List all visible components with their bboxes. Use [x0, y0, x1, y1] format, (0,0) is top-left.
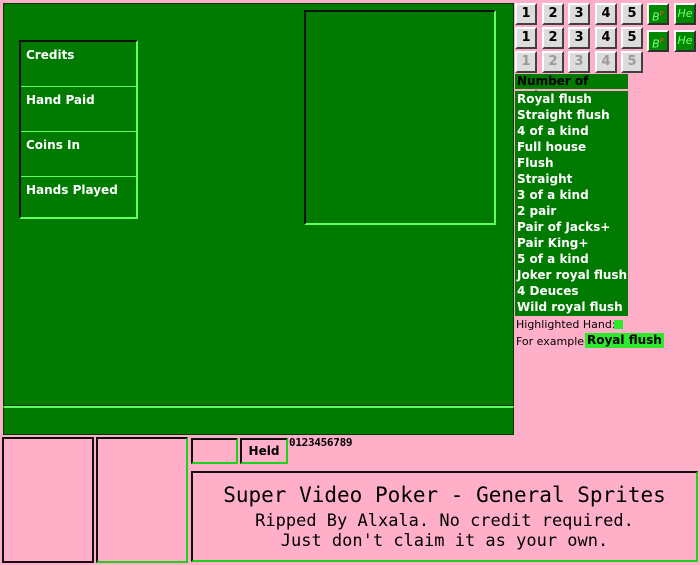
bet-button[interactable]: BP — [647, 3, 669, 25]
hand-straight: Straight — [517, 172, 573, 186]
coin-button-1[interactable]: 1 — [515, 3, 537, 25]
hand-four-of-a-kind: 4 of a kind — [517, 124, 589, 138]
coin-button-4-pressed[interactable]: 4 — [595, 27, 617, 49]
stat-hands-played: Hands Played — [26, 183, 118, 197]
credits-line-1: Ripped By Alxala. No credit required. — [255, 511, 634, 531]
paytable-list: Royal flush Straight flush 4 of a kind F… — [515, 91, 628, 316]
help-button-pressed[interactable]: He — [674, 30, 696, 52]
coin-button-5[interactable]: 5 — [621, 3, 643, 25]
stats-panel: Credits Hand Paid Coins In Hands Played — [19, 40, 138, 219]
help-button[interactable]: He — [674, 3, 696, 25]
bet-button-pressed[interactable]: BP — [647, 30, 669, 52]
stat-hand-paid: Hand Paid — [21, 87, 136, 132]
held-button[interactable]: Held — [240, 438, 288, 464]
hand-straight-flush: Straight flush — [517, 108, 610, 122]
hand-flush: Flush — [517, 156, 554, 170]
hand-royal-flush: Royal flush — [517, 92, 592, 106]
highlight-swatch — [614, 320, 623, 329]
coin-button-3[interactable]: 3 — [568, 3, 590, 25]
bet-label: B — [652, 37, 660, 51]
credits-title: Super Video Poker - General Sprites — [223, 483, 666, 507]
hand-three-of-a-kind: 3 of a kind — [517, 188, 589, 202]
hand-pair-jacks: Pair of Jacks+ — [517, 220, 611, 234]
example-highlighted-hand: Royal flush — [585, 333, 664, 348]
credits-box: Super Video Poker - General Sprites Ripp… — [191, 471, 698, 562]
hand-joker-royal-flush: Joker royal flush — [517, 268, 628, 282]
paytable-header: Number of Coins — [515, 74, 628, 103]
coin-button-1-disabled: 1 — [515, 51, 537, 73]
coin-button-3-disabled: 3 — [568, 51, 590, 73]
status-bar — [3, 406, 514, 435]
coin-button-5-pressed[interactable]: 5 — [621, 27, 643, 49]
card-display-box — [304, 10, 496, 225]
coin-button-2-pressed[interactable]: 2 — [542, 27, 564, 49]
digit-sprites: 0123456789 — [289, 436, 353, 449]
hand-full-house: Full house — [517, 140, 587, 154]
coin-button-2-disabled: 2 — [542, 51, 564, 73]
hand-two-pair: 2 pair — [517, 204, 557, 218]
coin-button-4-disabled: 4 — [595, 51, 617, 73]
highlight-label: Highlighted Hand: — [516, 318, 616, 331]
coin-button-4[interactable]: 4 — [595, 3, 617, 25]
stat-credits: Credits — [21, 42, 136, 87]
credits-line-2: Just don't claim it as your own. — [280, 531, 609, 551]
example-label: For example: — [516, 335, 588, 348]
stat-coins-in: Coins In — [21, 132, 136, 177]
coin-button-3-pressed[interactable]: 3 — [568, 27, 590, 49]
bet-label: B — [652, 10, 660, 24]
bet-sublabel: P — [659, 10, 664, 18]
coin-button-1-pressed[interactable]: 1 — [515, 27, 537, 49]
coin-button-5-disabled: 5 — [621, 51, 643, 73]
hand-four-deuces: 4 Deuces — [517, 284, 579, 298]
bet-sublabel: P — [659, 37, 664, 45]
card-sprite-slot-1 — [2, 437, 94, 563]
blank-button-sprite — [191, 438, 238, 464]
hand-five-of-a-kind: 5 of a kind — [517, 252, 589, 266]
hand-pair-king: Pair King+ — [517, 236, 589, 250]
coin-button-2[interactable]: 2 — [542, 3, 564, 25]
card-sprite-slot-2 — [96, 437, 188, 563]
hand-wild-royal-flush: Wild royal flush — [517, 300, 623, 314]
